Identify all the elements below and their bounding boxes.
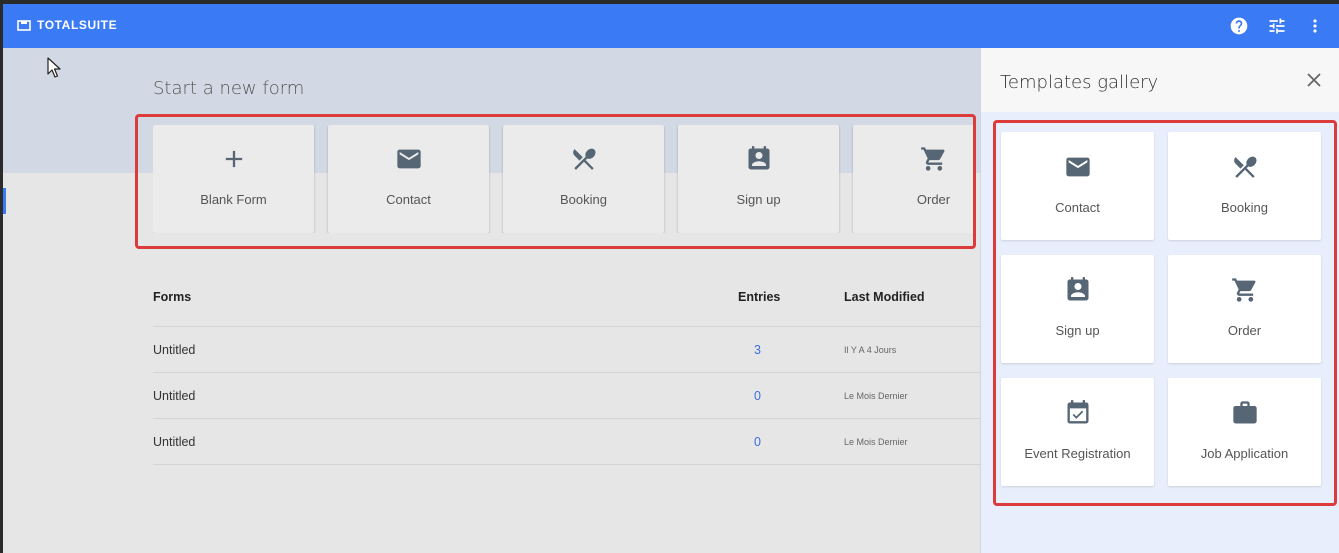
gallery-item-job-application[interactable]: Job Application <box>1168 378 1321 486</box>
forms-table: Forms Entries Last Modified Untitled 3 I… <box>153 274 980 465</box>
table-row[interactable]: Untitled 0 Le Mois Dernier <box>153 419 980 465</box>
gallery-item-label: Contact <box>1055 200 1100 215</box>
cart-icon <box>1231 278 1256 302</box>
form-name[interactable]: Untitled <box>153 389 195 403</box>
card-label: Contact <box>386 192 431 207</box>
gallery-header: Templates gallery <box>981 48 1339 112</box>
gallery-item-label: Booking <box>1221 200 1268 215</box>
gallery-item-event-registration[interactable]: Event Registration <box>1001 378 1154 486</box>
gallery-item-label: Sign up <box>1055 323 1100 338</box>
form-name[interactable]: Untitled <box>153 343 195 357</box>
last-modified: Le Mois Dernier <box>844 437 908 447</box>
page-title: Start a new form <box>153 78 305 99</box>
restaurant-icon <box>572 148 596 170</box>
sign-up-card[interactable]: Sign up <box>678 125 839 233</box>
card-label: Sign up <box>736 192 781 207</box>
last-modified: Il Y A 4 Jours <box>844 345 897 355</box>
gallery-item-sign-up[interactable]: Sign up <box>1001 255 1154 363</box>
gallery-item-order[interactable]: Order <box>1168 255 1321 363</box>
mail-icon <box>1065 157 1090 177</box>
brand-name: TOTALSUITE <box>37 18 118 32</box>
contact-card[interactable]: Contact <box>328 125 489 233</box>
help-icon[interactable] <box>1229 16 1249 36</box>
templates-gallery-panel: Templates gallery Contact Booking Sign u… <box>980 48 1339 553</box>
cart-icon <box>920 147 945 171</box>
brand-icon <box>17 19 31 31</box>
close-icon <box>1307 73 1321 87</box>
gallery-title: Templates gallery <box>1000 72 1159 93</box>
gallery-item-contact[interactable]: Contact <box>1001 132 1154 240</box>
card-label: Booking <box>560 192 607 207</box>
table-row[interactable]: Untitled 3 Il Y A 4 Jours <box>153 327 980 373</box>
column-header-entries[interactable]: Entries <box>738 290 780 304</box>
order-card[interactable]: Order <box>853 125 975 233</box>
column-header-forms[interactable]: Forms <box>153 290 191 304</box>
blank-form-card[interactable]: Blank Form <box>153 125 314 233</box>
plus-icon <box>225 150 242 168</box>
card-label: Order <box>916 192 951 207</box>
form-name[interactable]: Untitled <box>153 435 195 449</box>
close-button[interactable] <box>1306 72 1322 88</box>
column-header-last-modified[interactable]: Last Modified <box>844 290 925 304</box>
gallery-item-booking[interactable]: Booking <box>1168 132 1321 240</box>
mail-icon <box>396 149 421 169</box>
briefcase-icon <box>1232 401 1257 424</box>
gallery-item-label: Order <box>1227 323 1262 338</box>
booking-card[interactable]: Booking <box>503 125 664 233</box>
app-window: TOTALSUITE Start a new form Blank Form C… <box>3 4 1339 553</box>
card-label: Blank Form <box>200 192 267 207</box>
contact-card-icon <box>748 146 769 170</box>
tune-icon[interactable] <box>1267 16 1287 36</box>
top-bar: TOTALSUITE <box>3 4 1339 48</box>
entries-count-link[interactable]: 0 <box>754 435 761 449</box>
start-cards-row: Blank Form Contact Booking Sign up Order <box>153 125 975 233</box>
restaurant-icon <box>1233 156 1257 178</box>
last-modified: Le Mois Dernier <box>844 391 908 401</box>
entries-count-link[interactable]: 0 <box>754 389 761 403</box>
entries-count-link[interactable]: 3 <box>754 343 761 357</box>
gallery-item-label: Job Application <box>1200 446 1289 461</box>
table-row[interactable]: Untitled 0 Le Mois Dernier <box>153 373 980 419</box>
table-header: Forms Entries Last Modified <box>153 274 980 327</box>
mouse-cursor-icon <box>47 57 61 78</box>
event-check-icon <box>1067 400 1088 424</box>
gallery-item-label: Event Registration <box>1024 446 1131 461</box>
side-drawer-handle[interactable] <box>3 188 6 214</box>
brand[interactable]: TOTALSUITE <box>17 18 117 32</box>
contact-card-icon <box>1067 277 1088 301</box>
more-vert-icon[interactable] <box>1305 16 1325 36</box>
